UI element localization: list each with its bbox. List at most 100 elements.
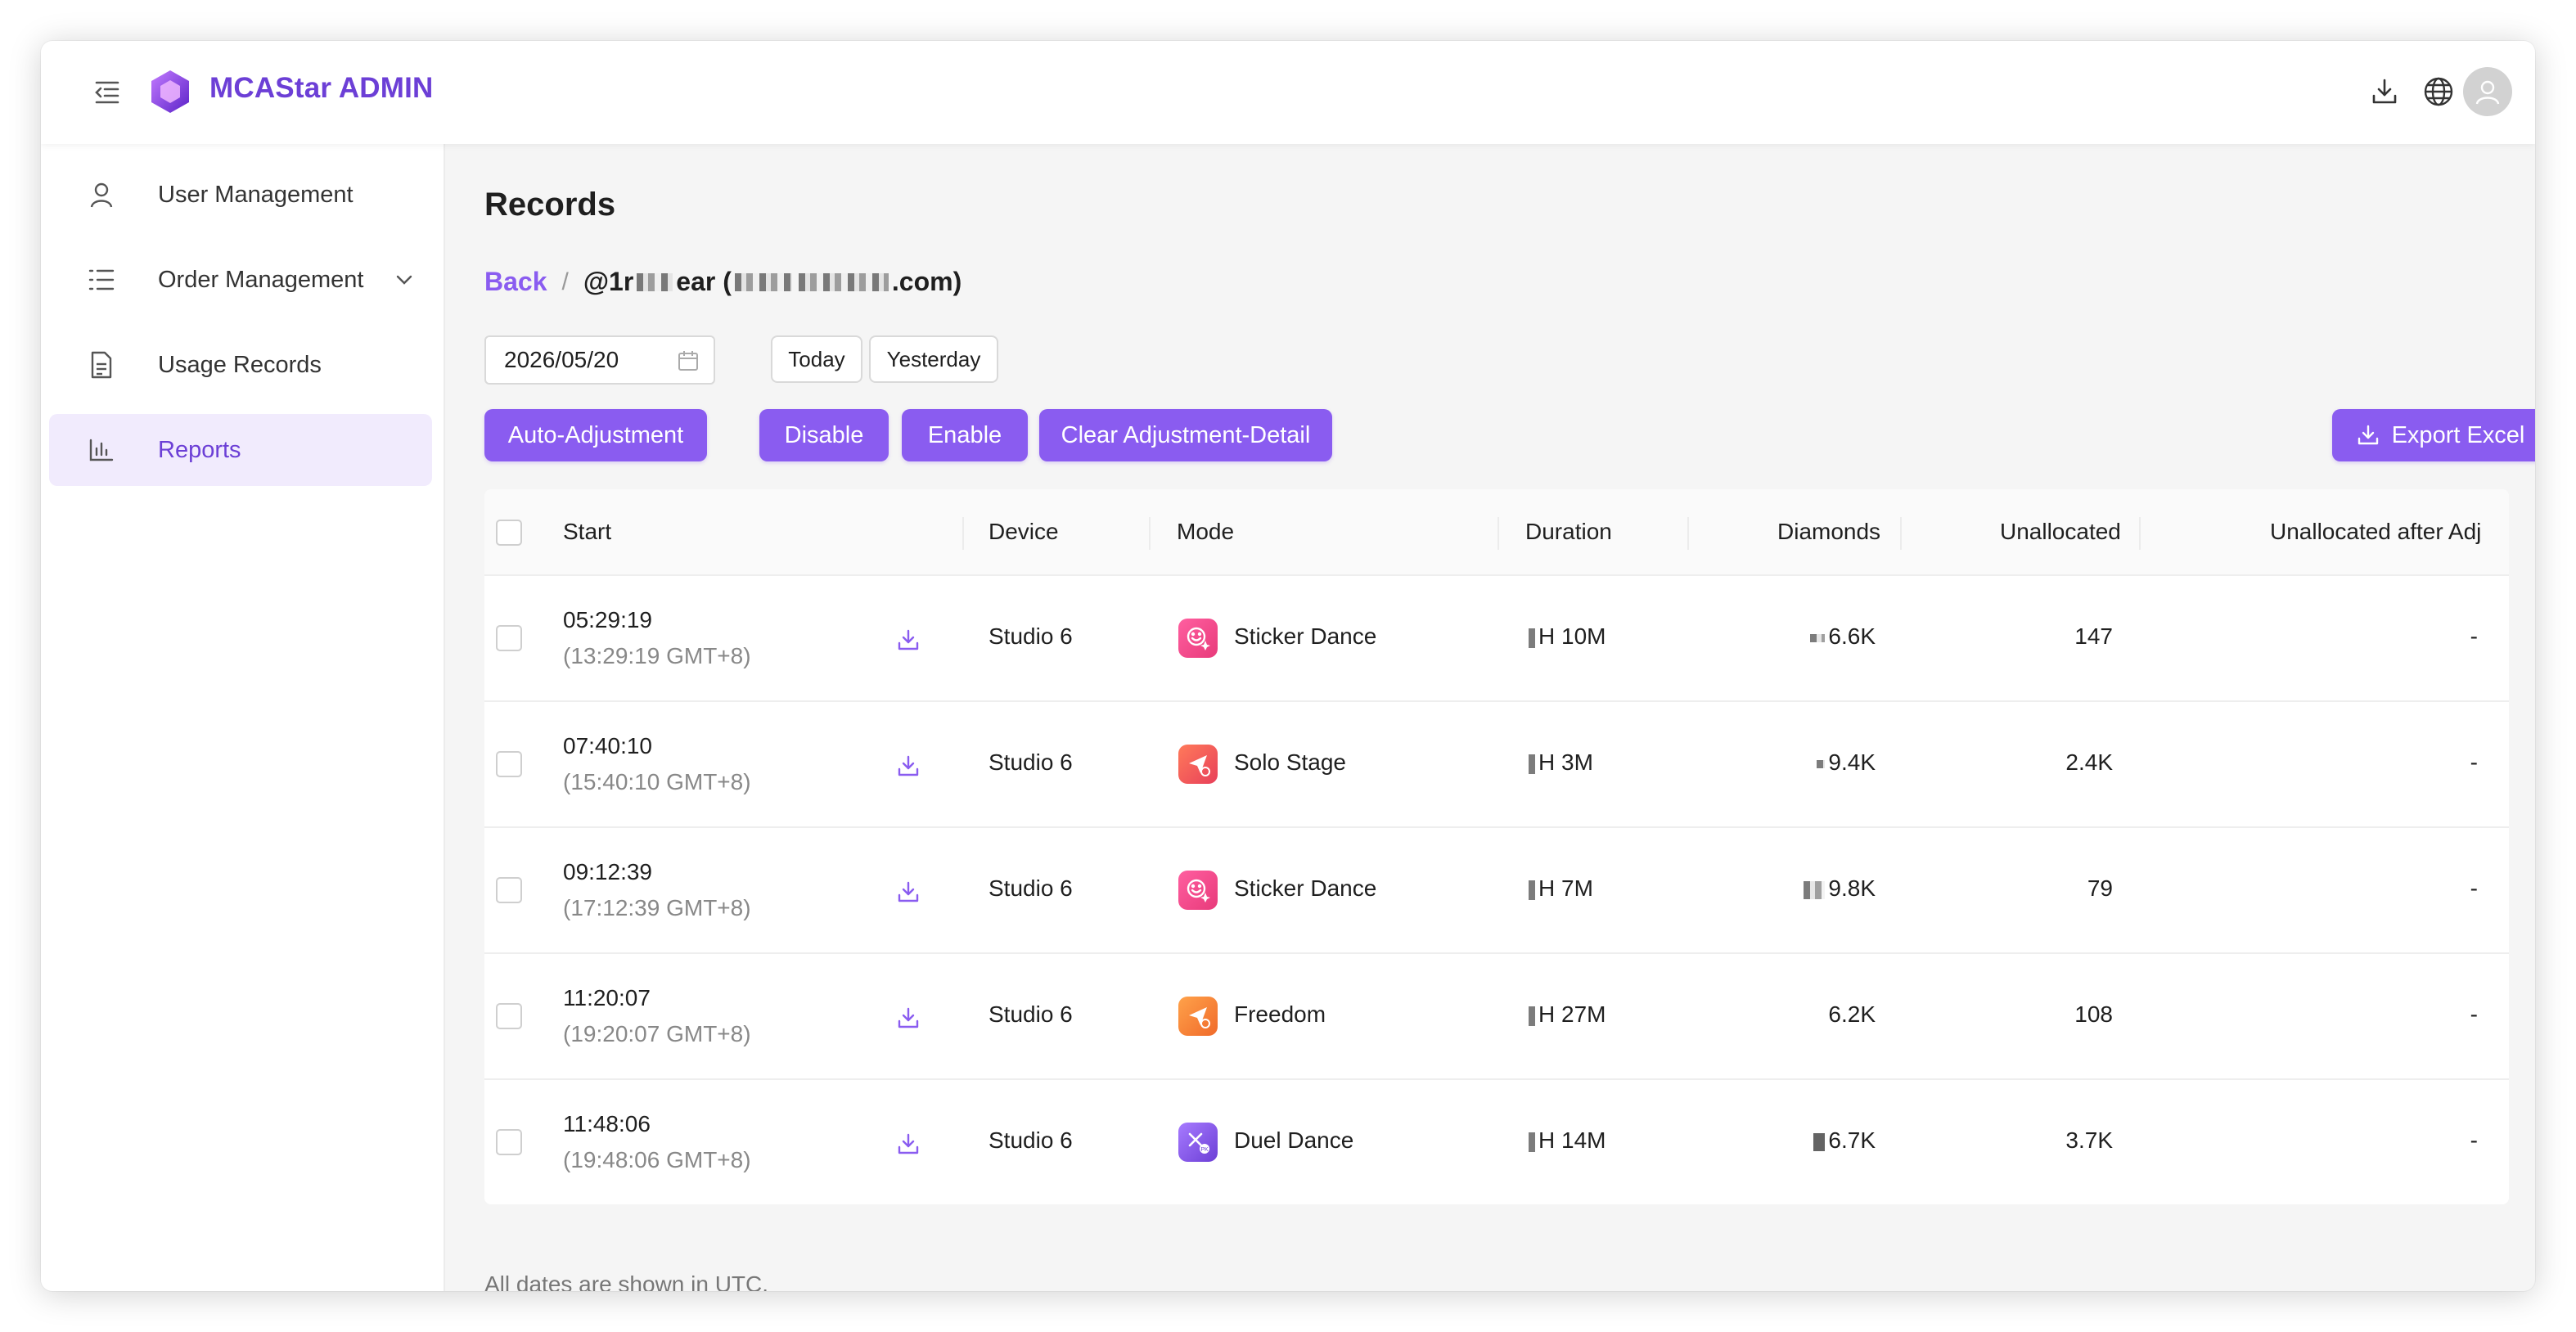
sidebar-item-label: Usage Records [158,351,322,378]
app-title: MCAStar ADMIN [209,72,434,104]
diamonds-value: 9.4K [1828,749,1876,775]
redacted-text [1529,1006,1535,1026]
start-time: 09:12:39 [563,859,652,884]
device-cell: Studio 6 [989,1001,1073,1027]
download-icon[interactable] [895,879,921,905]
unallocated-cell: 2.4K [2065,749,2113,775]
column-header-unallocated-after-adj[interactable]: Unallocated after Adj [2270,519,2481,545]
duration-value: H 27M [1538,1001,1606,1027]
column-header-unallocated[interactable]: Unallocated [2000,519,2121,545]
unallocated-cell: 108 [2074,1001,2113,1027]
unallocated-after-adj-cell: - [2470,749,2478,775]
mode-cell: Solo Stage [1234,749,1346,775]
diamonds-value: 6.7K [1828,1127,1876,1153]
device-cell: Studio 6 [989,875,1073,901]
today-button[interactable]: Today [771,335,862,383]
sidebar-item-user-management[interactable]: User Management [49,159,432,231]
redacted-text [1529,1132,1535,1152]
row-checkbox[interactable] [496,751,522,777]
unallocated-after-adj-cell: - [2470,623,2478,649]
breadcrumb-user: @1r ear ( .com) [583,267,961,297]
clear-adjustment-detail-button[interactable]: Clear Adjustment-Detail [1039,409,1332,461]
menu-fold-icon[interactable] [90,75,124,110]
select-all-checkbox[interactable] [496,520,522,546]
diamonds-value: 9.8K [1828,875,1876,901]
redacted-text [1529,754,1535,774]
date-picker-input[interactable]: 2026/05/20 [484,335,715,385]
table-row[interactable]: 11:48:06 (19:48:06 GMT+8) Studio 6 PK Du… [484,1080,2509,1206]
enable-button[interactable]: Enable [902,409,1028,461]
row-checkbox[interactable] [496,877,522,903]
duration-value: H 3M [1538,749,1593,775]
table-header: Start Device Mode Duration Diamonds Unal… [484,489,2509,576]
disable-button[interactable]: Disable [759,409,889,461]
export-excel-label: Export Excel [2391,421,2525,448]
table-row[interactable]: 11:20:07 (19:20:07 GMT+8) Studio 6 Freed… [484,954,2509,1080]
back-link[interactable]: Back [484,267,547,297]
top-header: MCAStar ADMIN [41,41,2535,144]
redacted-text [1529,880,1535,900]
column-divider [1149,517,1151,550]
sidebar: User Management Order Management Usage R… [41,144,445,1291]
table-row[interactable]: 05:29:19 (13:29:19 GMT+8) Studio 6 Stick… [484,576,2509,702]
row-checkbox[interactable] [496,1129,522,1155]
download-icon[interactable] [2365,72,2404,111]
app-window: MCAStar ADMIN User Management Order Mana… [41,41,2535,1291]
start-time-local: (13:29:19 GMT+8) [563,643,751,668]
diamonds-cell: 6.6K [1712,623,1876,650]
duration-cell: H 27M [1525,1001,1605,1028]
user-suffix: .com) [891,267,962,296]
auto-adjustment-button[interactable]: Auto-Adjustment [484,409,707,461]
start-time-local: (17:12:39 GMT+8) [563,895,751,920]
table-row[interactable]: 09:12:39 (17:12:39 GMT+8) Studio 6 Stick… [484,828,2509,954]
diamonds-cell: 9.8K [1712,875,1876,902]
duration-value: H 14M [1538,1127,1606,1153]
sidebar-item-label: Order Management [158,266,364,293]
yesterday-button[interactable]: Yesterday [869,335,998,383]
unallocated-cell: 3.7K [2065,1127,2113,1153]
unallocated-after-adj-cell: - [2470,1127,2478,1153]
records-table: Start Device Mode Duration Diamonds Unal… [484,489,2509,1204]
list-icon [87,265,116,295]
column-header-start[interactable]: Start [563,519,611,545]
sidebar-item-usage-records[interactable]: Usage Records [49,329,432,401]
mode-cell: Freedom [1234,1001,1326,1027]
download-icon[interactable] [895,753,921,779]
sidebar-item-reports[interactable]: Reports [49,414,432,486]
bar-chart-icon [87,435,116,465]
column-header-duration[interactable]: Duration [1525,519,1612,545]
mode-cell: Sticker Dance [1234,623,1377,649]
unallocated-cell: 147 [2074,623,2113,649]
redacted-text [798,272,889,291]
user-mid: ear ( [676,267,732,296]
redacted-text [1529,628,1535,648]
duration-cell: H 7M [1525,875,1593,902]
table-row[interactable]: 07:40:10 (15:40:10 GMT+8) Studio 6 Solo … [484,702,2509,828]
download-icon[interactable] [895,1131,921,1157]
duration-cell: H 10M [1525,623,1605,650]
export-download-icon [2358,425,2378,445]
download-icon[interactable] [895,627,921,653]
breadcrumb: Back / @1r ear ( .com) [484,267,961,297]
diamonds-cell: 6.2K [1828,1001,1876,1027]
start-time: 05:29:19 [563,607,652,632]
column-header-device[interactable]: Device [989,519,1059,545]
download-icon[interactable] [895,1005,921,1031]
redacted-text [734,272,792,291]
globe-icon[interactable] [2419,72,2458,111]
chevron-down-icon [393,268,416,291]
duel-dance-icon: PK [1178,1123,1218,1162]
sidebar-item-label: User Management [158,181,354,208]
row-checkbox[interactable] [496,625,522,651]
breadcrumb-separator: / [561,268,569,295]
sidebar-item-order-management[interactable]: Order Management [49,244,432,316]
column-divider [1687,517,1689,550]
user-avatar-icon[interactable] [2463,67,2512,116]
column-header-mode[interactable]: Mode [1177,519,1234,545]
export-excel-button[interactable]: Export Excel [2332,409,2535,461]
column-header-diamonds[interactable]: Diamonds [1777,519,1880,545]
redacted-text [1810,633,1826,642]
unallocated-after-adj-cell: - [2470,1001,2478,1027]
row-checkbox[interactable] [496,1003,522,1029]
diamonds-value: 6.6K [1828,623,1876,649]
